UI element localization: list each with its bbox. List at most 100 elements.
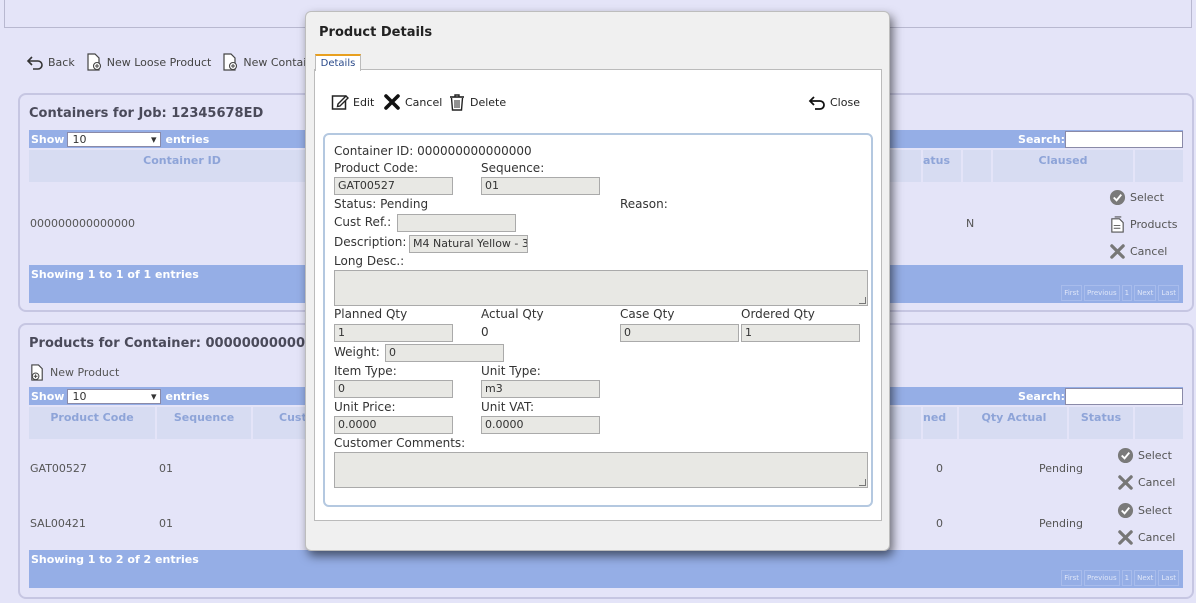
- close-label: Close: [830, 95, 860, 109]
- column-header-status[interactable]: atus: [923, 150, 963, 182]
- ordered-qty-field[interactable]: 1: [741, 324, 860, 342]
- products-label: Products: [1130, 218, 1178, 231]
- column-header-sequence[interactable]: Sequence: [157, 407, 253, 439]
- pager-first[interactable]: First: [1061, 570, 1083, 586]
- product-cancel-button[interactable]: Cancel: [1117, 474, 1175, 491]
- column-header-qty-actual[interactable]: Qty Actual: [961, 407, 1069, 439]
- container-id-text: Container ID: 000000000000000: [334, 144, 532, 158]
- unit-vat-field[interactable]: 0.0000: [481, 416, 600, 434]
- container-id-cell: 000000000000000: [30, 217, 135, 230]
- back-button[interactable]: Back: [26, 53, 75, 71]
- entries-label: entries: [165, 132, 210, 146]
- cust-header-text: Cust: [279, 411, 307, 424]
- reason-label: Reason:: [620, 197, 668, 211]
- delete-button[interactable]: Delete: [448, 93, 506, 111]
- planned-qty-field[interactable]: 1: [334, 324, 453, 342]
- cancel-label: Cancel: [1138, 531, 1176, 544]
- containers-search-input[interactable]: [1065, 130, 1183, 148]
- product-form: Container ID: 000000000000000 Product Co…: [323, 133, 873, 507]
- new-product-button[interactable]: New Product: [29, 364, 119, 381]
- description-field[interactable]: M4 Natural Yellow - 36: [409, 235, 528, 253]
- edit-pencil-icon: [331, 95, 349, 110]
- case-qty-field[interactable]: 0: [620, 324, 739, 342]
- dropdown-arrow-icon: ▾: [150, 132, 157, 146]
- actual-qty-label: Actual Qty: [481, 307, 544, 321]
- dialog-cancel-button[interactable]: Cancel: [383, 93, 442, 111]
- sequence-cell: 01: [159, 462, 173, 475]
- column-header-planned[interactable]: ned: [923, 407, 959, 439]
- cancel-label: Cancel: [1130, 245, 1168, 258]
- cust-ref-field[interactable]: [397, 214, 516, 232]
- long-desc-label: Long Desc.:: [334, 254, 405, 268]
- planned-qty-label: Planned Qty: [334, 307, 408, 321]
- pager-page-1[interactable]: 1: [1121, 285, 1133, 301]
- status-cell: Pending: [1039, 517, 1083, 530]
- weight-label: Weight:: [334, 345, 380, 359]
- unit-type-label: Unit Type:: [481, 364, 541, 378]
- pager-first[interactable]: First: [1061, 285, 1083, 301]
- entries-value: 10: [72, 132, 87, 146]
- unit-vat-label: Unit VAT:: [481, 400, 535, 414]
- close-button[interactable]: Close: [808, 93, 860, 111]
- products-pager: First Previous 1 Next Last: [1061, 570, 1179, 586]
- new-loose-product-button[interactable]: New Loose Product: [85, 53, 211, 71]
- containers-pager: First Previous 1 Next Last: [1061, 285, 1179, 301]
- column-header-status[interactable]: Status: [1069, 407, 1135, 439]
- column-header-product-code[interactable]: Product Code: [29, 407, 157, 439]
- column-header-spacer: [963, 150, 993, 182]
- entries-label: entries: [165, 389, 210, 403]
- customer-comments-textarea[interactable]: [334, 452, 868, 488]
- new-document-icon: [31, 364, 43, 381]
- pager-previous[interactable]: Previous: [1084, 285, 1120, 301]
- qty-actual-cell: 0: [936, 517, 943, 530]
- select-label: Select: [1138, 504, 1172, 517]
- product-code-field[interactable]: GAT00527: [334, 177, 453, 195]
- edit-label: Edit: [353, 95, 375, 109]
- entries-select[interactable]: 10 ▾: [67, 131, 162, 147]
- pager-next[interactable]: Next: [1134, 285, 1157, 301]
- unit-type-field[interactable]: m3: [481, 380, 600, 398]
- long-desc-textarea[interactable]: [334, 270, 868, 306]
- check-circle-icon: [1117, 502, 1134, 519]
- case-qty-label: Case Qty: [620, 307, 675, 321]
- item-type-field[interactable]: 0: [334, 380, 453, 398]
- dropdown-arrow-icon: ▾: [150, 389, 157, 403]
- pager-last[interactable]: Last: [1158, 570, 1179, 586]
- check-circle-icon: [1109, 189, 1126, 206]
- product-select-button[interactable]: Select: [1117, 502, 1172, 519]
- select-label: Select: [1138, 449, 1172, 462]
- entries-value: 10: [72, 389, 87, 403]
- select-label: Select: [1130, 191, 1164, 204]
- edit-button[interactable]: Edit: [331, 93, 374, 111]
- new-product-label: New Product: [50, 366, 120, 379]
- sequence-field[interactable]: 01: [481, 177, 600, 195]
- weight-field[interactable]: 0: [385, 344, 504, 362]
- entries-select[interactable]: 10 ▾: [67, 388, 162, 404]
- column-header-claused[interactable]: Claused: [993, 150, 1135, 182]
- ordered-qty-label: Ordered Qty: [741, 307, 815, 321]
- unit-price-field[interactable]: 0.0000: [334, 416, 453, 434]
- pager-last[interactable]: Last: [1158, 285, 1179, 301]
- container-products-button[interactable]: Products: [1109, 216, 1178, 233]
- new-document-icon: [87, 53, 101, 71]
- pager-next[interactable]: Next: [1134, 570, 1157, 586]
- container-select-button[interactable]: Select: [1109, 189, 1164, 206]
- container-cancel-button[interactable]: Cancel: [1109, 243, 1167, 260]
- cross-icon: [1118, 530, 1133, 545]
- cross-icon: [1110, 244, 1125, 259]
- status-header-text: atus: [923, 154, 951, 167]
- product-cancel-button[interactable]: Cancel: [1117, 529, 1175, 546]
- products-title: Products for Container: 000000000000000: [29, 336, 342, 351]
- tab-details[interactable]: Details: [315, 54, 361, 71]
- planned-header-text: ned: [923, 411, 947, 424]
- pager-page-1[interactable]: 1: [1121, 570, 1133, 586]
- products-search-input[interactable]: [1065, 387, 1183, 405]
- pager-previous[interactable]: Previous: [1084, 570, 1120, 586]
- product-details-dialog: Product Details Details Edit Cancel Dele…: [305, 11, 890, 551]
- check-circle-icon: [1117, 447, 1134, 464]
- delete-label: Delete: [470, 95, 507, 109]
- product-select-button[interactable]: Select: [1117, 447, 1172, 464]
- column-header-container-id[interactable]: Container ID: [29, 150, 337, 182]
- cross-icon: [1118, 475, 1133, 490]
- column-header-actions: [1135, 407, 1183, 439]
